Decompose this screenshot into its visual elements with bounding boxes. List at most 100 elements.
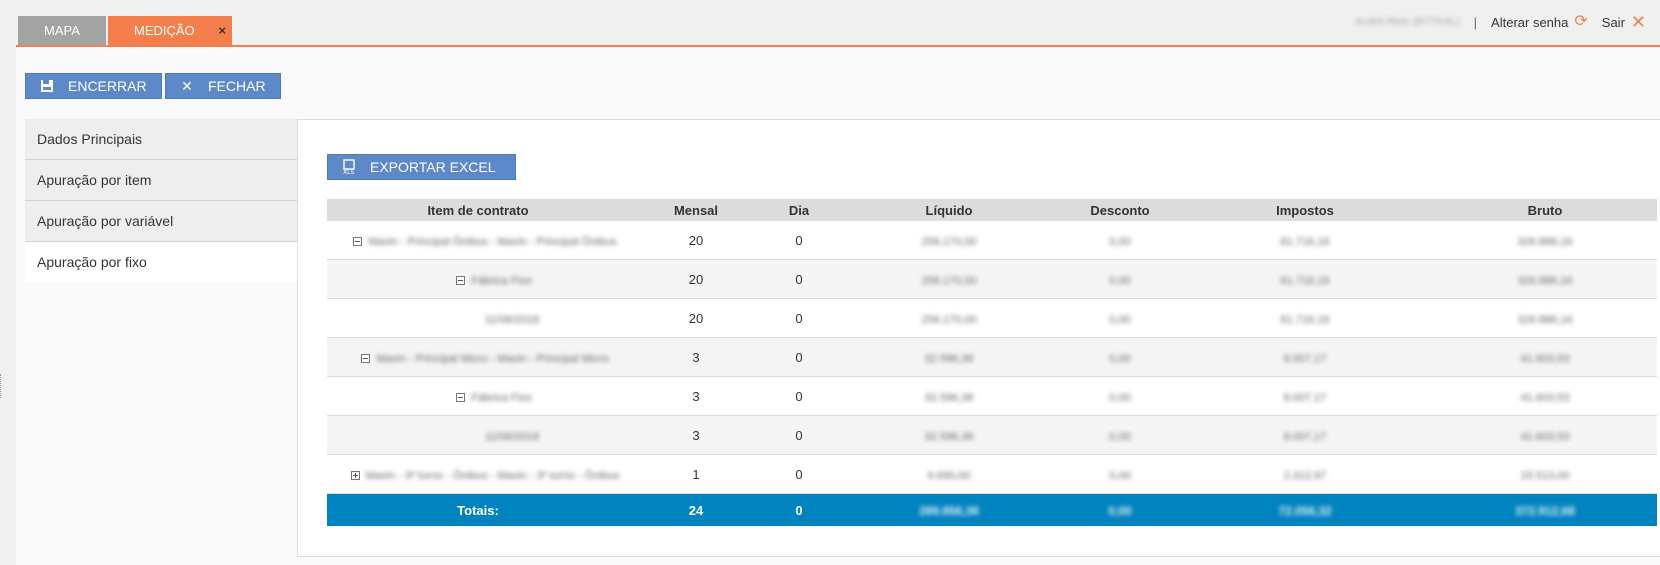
row-bruto-cell: 326.886,16 — [1433, 221, 1657, 260]
row-mensal: 3 — [629, 415, 763, 455]
row-bruto-cell: 41.603,53 — [1433, 376, 1657, 416]
user-bar: André Reis (B7TK6L) | Alterar senha ⟳ Sa… — [1355, 12, 1660, 32]
row-liquido: 256.170,00 — [921, 313, 977, 326]
row-desconto-cell: 0,00 — [1063, 221, 1177, 260]
close-icon: ✕ — [181, 77, 193, 94]
sidebar-item-apuracao-fixo[interactable]: Apuração por fixo — [25, 242, 297, 282]
totals-desconto: 0,00 — [1108, 503, 1132, 518]
row-desconto: 0,00 — [1109, 313, 1131, 326]
row-impostos-cell: 61.716,16 — [1177, 298, 1433, 338]
header-desconto[interactable]: Desconto — [1063, 199, 1177, 221]
row-bruto: 41.603,53 — [1520, 391, 1570, 404]
row-bruto-cell: 15.513,00 — [1433, 454, 1657, 494]
row-impostos: 8.007,17 — [1283, 430, 1327, 443]
table-row[interactable]: Mavin - 3º turno - Ônibus - Mavin - 3º t… — [327, 454, 1657, 494]
row-liquido: 32.596,36 — [924, 430, 974, 443]
tab-bar: MAPA MEDIÇÃO × André Reis (B7TK6L) | Alt… — [0, 0, 1660, 47]
excel-icon: XLS — [340, 159, 358, 175]
tab-close-icon[interactable]: × — [218, 16, 226, 45]
totals-impostos: 72.056,32 — [1278, 503, 1332, 518]
sidebar-item-apuracao-variavel[interactable]: Apuração por variável — [25, 201, 297, 242]
table-row[interactable]: Fábrica Fixo 20 0 256.170,00 0,00 61.716… — [327, 259, 1657, 299]
row-dia: 0 — [763, 454, 835, 494]
fechar-button[interactable]: ✕ FECHAR — [165, 73, 281, 99]
sidebar-item-apuracao-item[interactable]: Apuração por item — [25, 160, 297, 201]
user-bar-separator: | — [1473, 14, 1478, 30]
row-item-label: 11/06/2018 — [484, 313, 540, 326]
collapse-icon[interactable] — [456, 392, 466, 402]
row-bruto-cell: 326.886,16 — [1433, 298, 1657, 338]
row-impostos: 61.716,16 — [1280, 235, 1330, 248]
row-dia: 0 — [763, 259, 835, 299]
table-row[interactable]: 11/06/2018 20 0 256.170,00 0,00 61.716,1… — [327, 298, 1657, 338]
table-row[interactable]: 11/06/2018 3 0 32.596,36 0,00 8.007,17 4… — [327, 415, 1657, 455]
row-dia: 0 — [763, 376, 835, 416]
row-item-cell: Mavin - Principal Micro - Mavin - Princi… — [327, 337, 629, 377]
totals-mensal: 24 — [629, 493, 763, 526]
row-liquido-cell: 256.170,00 — [835, 298, 1063, 338]
refresh-icon: ⟳ — [1574, 13, 1588, 30]
row-impostos: 2.312,97 — [1283, 469, 1327, 482]
header-bruto[interactable]: Bruto — [1433, 199, 1657, 221]
row-desconto: 0,00 — [1109, 391, 1131, 404]
row-liquido-cell: 256.170,00 — [835, 221, 1063, 260]
row-bruto: 326.886,16 — [1517, 313, 1573, 326]
header-liquido[interactable]: Líquido — [835, 199, 1063, 221]
row-item-cell: 11/06/2018 — [327, 298, 629, 338]
row-desconto-cell: 0,00 — [1063, 376, 1177, 416]
collapse-icon[interactable] — [456, 275, 466, 285]
header-dia[interactable]: Dia — [763, 199, 835, 221]
row-impostos: 8.007,17 — [1283, 391, 1327, 404]
row-mensal: 1 — [629, 454, 763, 494]
header-mensal[interactable]: Mensal — [629, 199, 763, 221]
export-excel-button[interactable]: XLS EXPORTAR EXCEL — [327, 154, 516, 180]
row-item-label: Fábrica Fixo — [471, 274, 532, 287]
expand-icon[interactable] — [350, 470, 360, 480]
row-mensal: 3 — [629, 337, 763, 377]
row-impostos-cell: 8.007,17 — [1177, 415, 1433, 455]
row-desconto-cell: 0,00 — [1063, 454, 1177, 494]
table-row[interactable]: Mavin - Principal Ônibus - Mavin - Princ… — [327, 221, 1657, 260]
row-item-cell: Mavin - Principal Ônibus - Mavin - Princ… — [327, 221, 629, 260]
row-bruto: 41.603,53 — [1520, 430, 1570, 443]
row-mensal: 20 — [629, 298, 763, 338]
tab-mapa[interactable]: MAPA — [18, 16, 106, 45]
row-liquido-cell: 256.170,00 — [835, 259, 1063, 299]
row-mensal: 3 — [629, 376, 763, 416]
save-icon — [38, 79, 56, 93]
row-impostos-cell: 8.007,17 — [1177, 376, 1433, 416]
header-item[interactable]: Item de contrato — [327, 199, 629, 221]
row-desconto: 0,00 — [1109, 274, 1131, 287]
row-desconto: 0,00 — [1109, 235, 1131, 248]
sidebar-item-dados-principais[interactable]: Dados Principais — [25, 119, 297, 160]
table-row[interactable]: Fábrica Fixo 3 0 32.596,36 0,00 8.007,17… — [327, 376, 1657, 416]
row-liquido-cell: 6.690,00 — [835, 454, 1063, 494]
row-bruto: 326.886,16 — [1517, 274, 1573, 287]
table-row[interactable]: Mavin - Principal Micro - Mavin - Princi… — [327, 337, 1657, 377]
resize-handle[interactable] — [0, 374, 5, 398]
row-item-label: Fábrica Fixo — [471, 391, 532, 404]
user-name: André Reis (B7TK6L) — [1355, 16, 1460, 28]
logout-link[interactable]: Sair ✕ — [1602, 13, 1646, 31]
tab-medicao[interactable]: MEDIÇÃO × — [108, 16, 232, 45]
row-item-cell: 11/06/2018 — [327, 415, 629, 455]
totals-row: Totais: 24 0 289.856,36 0,00 72.056,32 3… — [327, 493, 1657, 526]
header-impostos[interactable]: Impostos — [1177, 199, 1433, 221]
totals-impostos-cell: 72.056,32 — [1177, 493, 1433, 526]
change-password-link[interactable]: Alterar senha ⟳ — [1491, 14, 1588, 30]
row-bruto-cell: 326.886,16 — [1433, 259, 1657, 299]
table-header-row: Item de contrato Mensal Dia Líquido Desc… — [327, 199, 1657, 221]
collapse-icon[interactable] — [353, 236, 363, 246]
row-desconto-cell: 0,00 — [1063, 415, 1177, 455]
totals-dia: 0 — [763, 493, 835, 526]
row-item-cell: Fábrica Fixo — [327, 376, 629, 416]
row-impostos: 61.716,16 — [1280, 313, 1330, 326]
svg-text:XLS: XLS — [343, 169, 354, 175]
collapse-icon[interactable] — [361, 353, 371, 363]
row-liquido-cell: 32.596,36 — [835, 376, 1063, 416]
row-mensal: 20 — [629, 221, 763, 260]
encerrar-button[interactable]: ENCERRAR — [25, 73, 162, 99]
row-bruto-cell: 41.603,53 — [1433, 415, 1657, 455]
row-impostos-cell: 61.716,16 — [1177, 259, 1433, 299]
row-dia: 0 — [763, 221, 835, 260]
